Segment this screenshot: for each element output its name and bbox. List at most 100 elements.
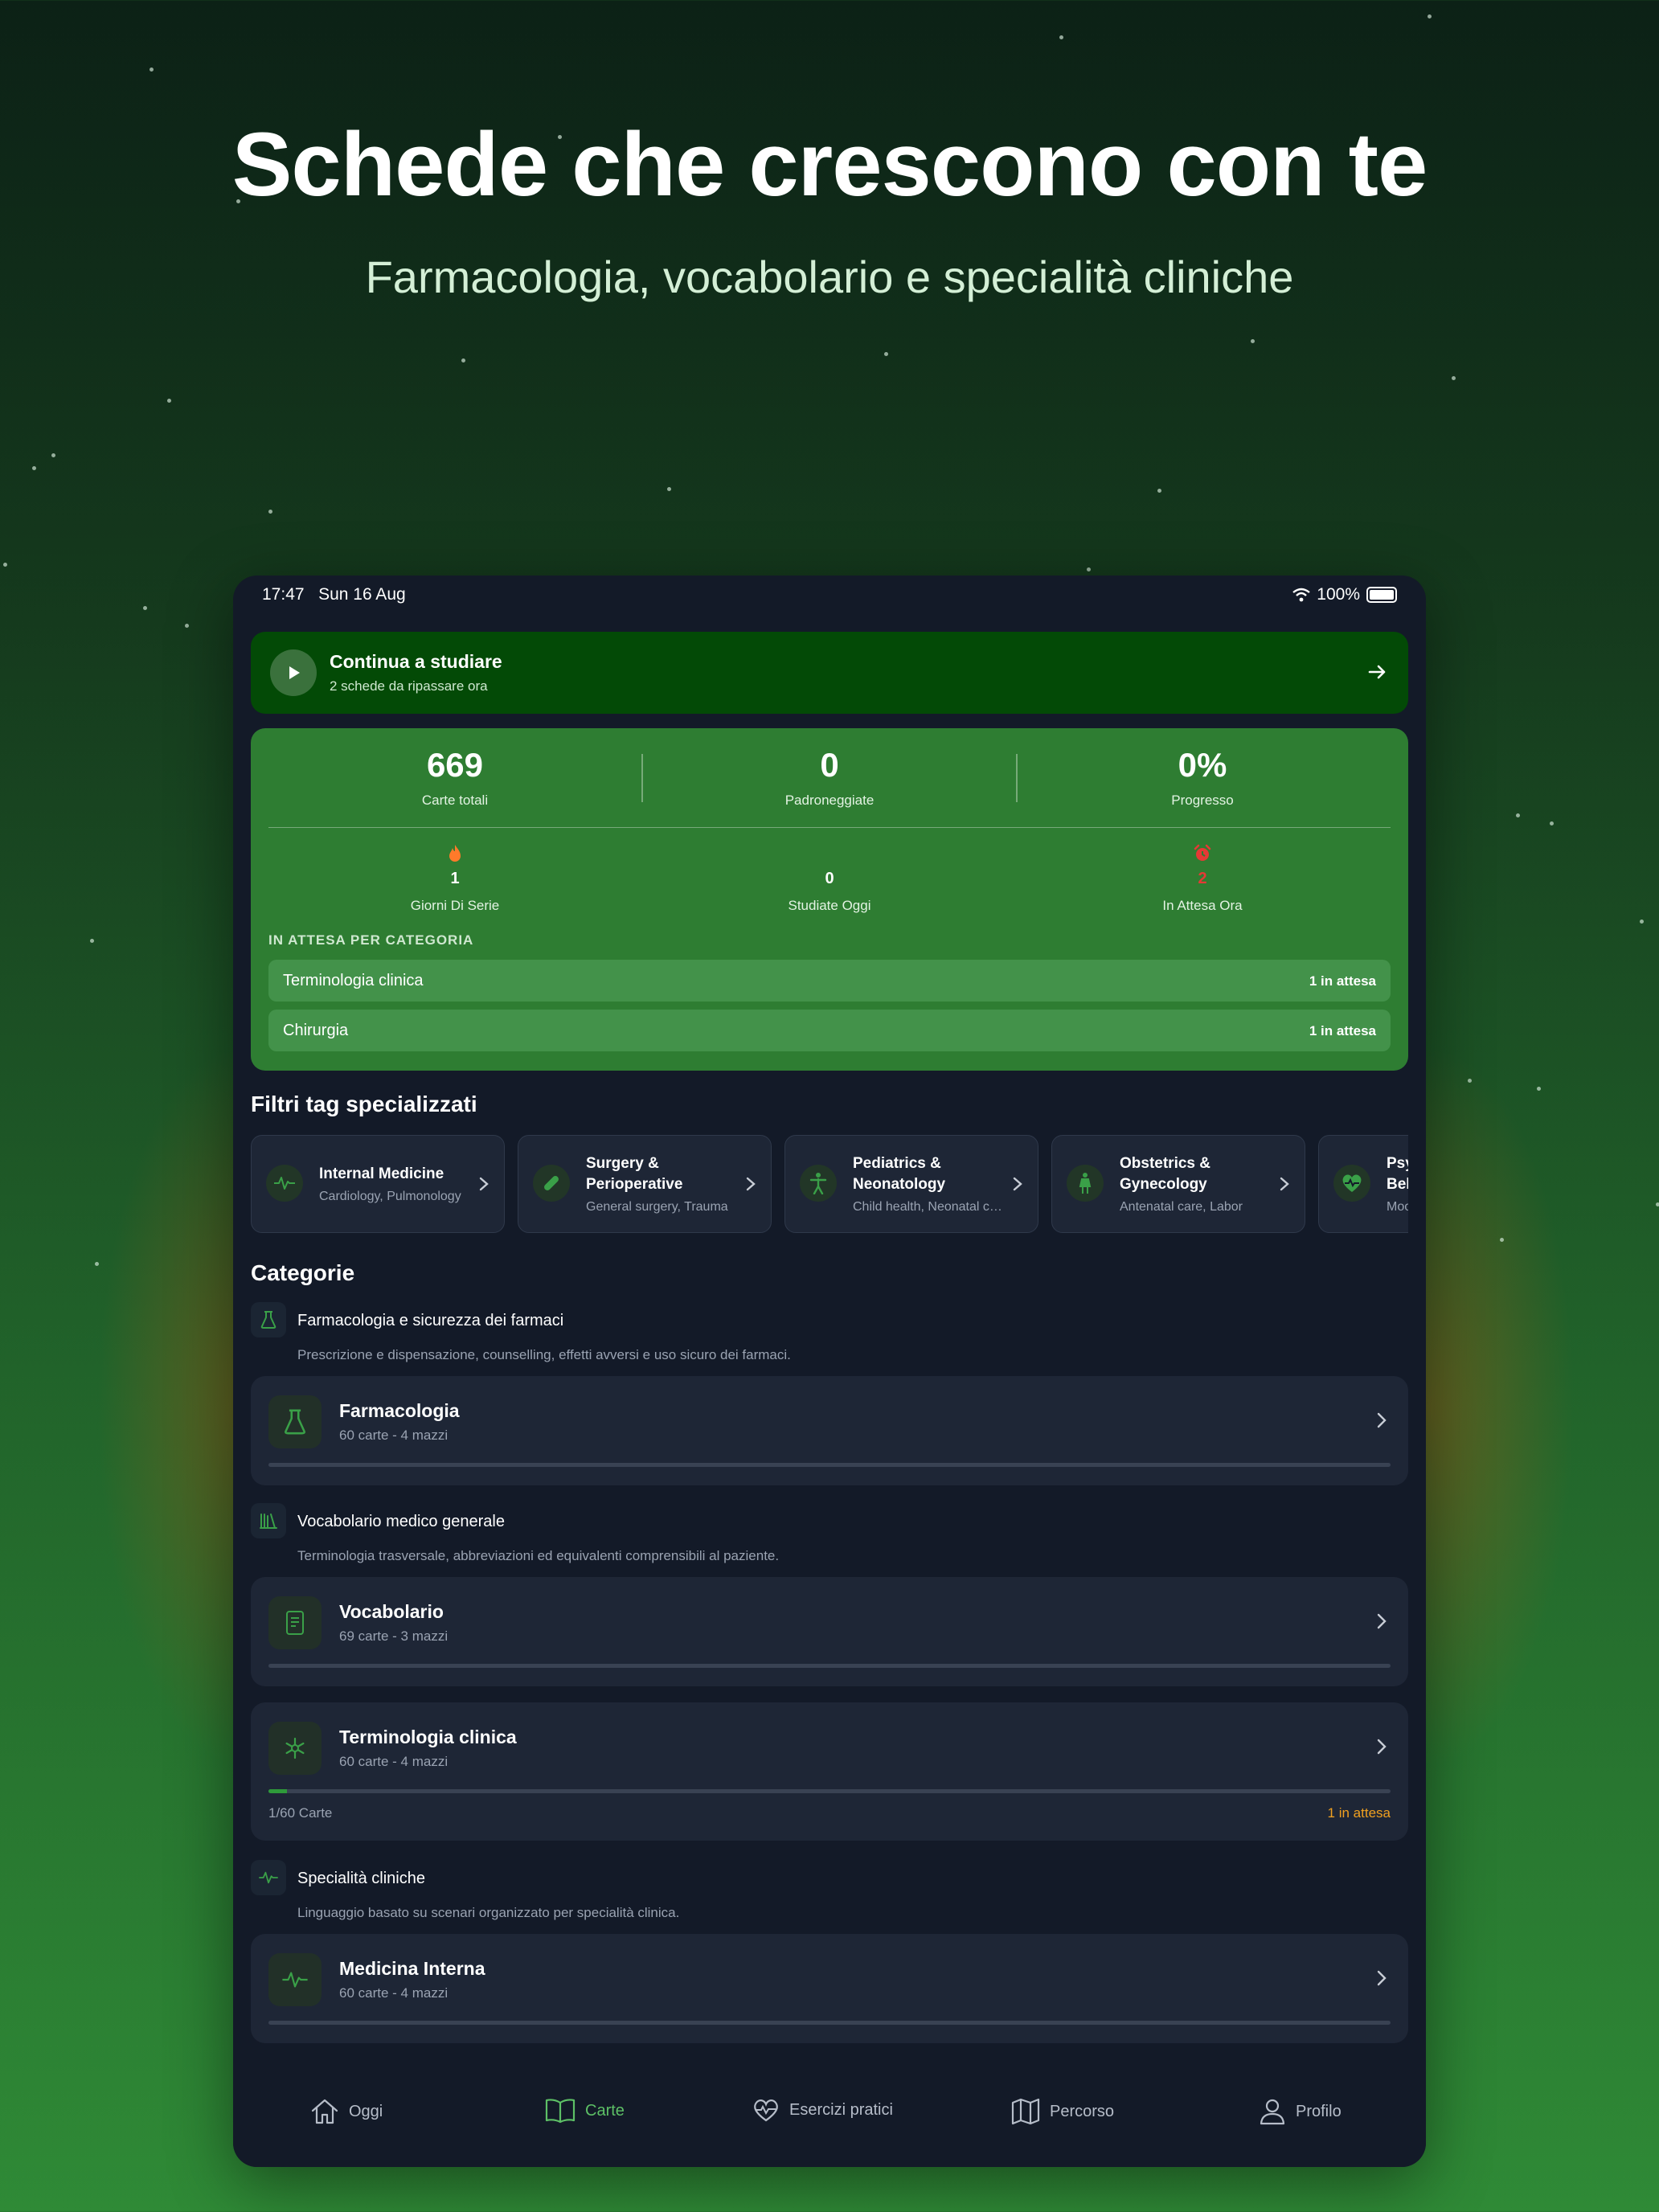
star — [1640, 920, 1644, 924]
star — [90, 939, 94, 943]
awaiting-row[interactable]: Terminologia clinica 1 in attesa — [268, 960, 1391, 1002]
category-group-desc: Terminologia trasversale, abbreviazioni … — [297, 1548, 780, 1563]
stat-divider — [641, 754, 643, 802]
tag-internal-medicine[interactable]: Internal Medicine Cardiology, Pulmonology — [251, 1135, 505, 1233]
chevron-right-icon — [1280, 1177, 1289, 1191]
tag-name: Psychiatry & Behavioral — [1387, 1155, 1408, 1193]
chevron-right-icon — [1377, 1412, 1387, 1428]
stat-value: 0% — [1178, 746, 1227, 784]
continue-studying-card[interactable]: Continua a studiare 2 schede da ripassar… — [251, 632, 1408, 714]
tag-obstetrics[interactable]: Obstetrics & Gynecology Antenatal care, L… — [1051, 1135, 1305, 1233]
awaiting-category-count: 1 in attesa — [1309, 1023, 1376, 1038]
bandage-icon — [533, 1165, 570, 1202]
pregnant-icon — [1067, 1165, 1104, 1202]
deck-subtitle: 60 carte - 4 mazzi — [339, 1754, 449, 1769]
tag-sub: Antenatal care, Labor — [1120, 1200, 1243, 1214]
category-group-header: Farmacologia e sicurezza dei farmaci — [251, 1302, 1408, 1341]
main-content: Continua a studiare 2 schede da ripassar… — [251, 632, 1408, 2043]
tab-oggi[interactable]: Oggi — [310, 2098, 383, 2125]
awaiting-category-count: 1 in attesa — [1309, 973, 1376, 989]
star — [1157, 489, 1161, 493]
deck-subtitle: 69 carte - 3 mazzi — [339, 1628, 449, 1644]
chevron-right-icon — [746, 1177, 756, 1191]
tab-label: Profilo — [1296, 2102, 1342, 2120]
medical-star-icon — [268, 1722, 322, 1775]
awaiting-now-value: 2 — [1198, 870, 1207, 887]
battery-percent: 100% — [1317, 585, 1360, 604]
wifi-icon — [1292, 588, 1311, 602]
awaiting-section-title: IN ATTESA PER CATEGORIA — [268, 932, 474, 948]
star — [1452, 376, 1456, 380]
status-bar: 17:47 Sun 16 Aug 100% — [233, 576, 1426, 614]
stat-label: Padroneggiate — [784, 793, 875, 808]
deck-card-farmacologia[interactable]: Farmacologia 60 carte - 4 mazzi — [251, 1376, 1408, 1485]
category-group-desc: Prescrizione e dispensazione, counsellin… — [297, 1347, 791, 1362]
star — [268, 510, 272, 514]
stat-studied-today: 0 Studiate Oggi — [709, 844, 950, 914]
tag-surgery[interactable]: Surgery & Perioperative General surgery, … — [518, 1135, 772, 1233]
tag-sub: Child health, Neonatal care — [853, 1200, 1006, 1214]
category-group-title: Specialità cliniche — [297, 1870, 425, 1887]
star — [1516, 813, 1520, 817]
tab-bar: Oggi Carte Esercizi pratici Percorso Pro… — [233, 2066, 1426, 2167]
deck-title: Farmacologia — [339, 1400, 460, 1421]
flame-icon — [449, 845, 461, 862]
star — [1500, 1238, 1504, 1242]
battery-icon — [1366, 587, 1397, 603]
tag-filter-carousel[interactable]: Internal Medicine Cardiology, Pulmonology… — [251, 1135, 1408, 1233]
home-icon — [311, 2099, 338, 2124]
tab-carte[interactable]: Carte — [545, 2098, 625, 2124]
studied-today-label: Studiate Oggi — [788, 898, 871, 913]
stat-progress: 0% Progresso — [1082, 746, 1323, 809]
star — [667, 487, 671, 491]
heart-pulse-icon — [1333, 1165, 1370, 1202]
continue-subtitle: 2 schede da ripassare ora — [330, 678, 488, 694]
deck-card-terminologia-clinica[interactable]: Terminologia clinica 60 carte - 4 mazzi … — [251, 1702, 1408, 1841]
deck-progress-bar — [268, 1463, 1391, 1467]
stat-total-cards: 669 Carte totali — [334, 746, 576, 809]
star — [95, 1262, 99, 1266]
tags-section-title: Filtri tag specializzati — [251, 1092, 477, 1116]
continue-title: Continua a studiare — [330, 651, 502, 672]
awaiting-category-name: Terminologia clinica — [283, 972, 424, 989]
deck-progress-fill — [268, 1789, 288, 1793]
tab-esercizi-pratici[interactable]: Esercizi pratici — [752, 2098, 893, 2122]
awaiting-row[interactable]: Chirurgia 1 in attesa — [268, 1010, 1391, 1051]
stat-value: 0 — [820, 746, 839, 784]
star — [185, 624, 189, 628]
deck-title: Vocabolario — [339, 1601, 444, 1622]
chevron-right-icon — [1377, 1970, 1387, 1986]
stat-label: Progresso — [1171, 793, 1234, 808]
tag-sub: Cardiology, Pulmonology — [319, 1190, 461, 1203]
heart-pulse-icon — [754, 2099, 778, 2122]
tab-label: Esercizi pratici — [789, 2100, 893, 2119]
chevron-right-icon — [1377, 1613, 1387, 1629]
tab-label: Percorso — [1050, 2102, 1115, 2120]
stats-card: 669 Carte totali 0 Padroneggiate 0% Prog… — [251, 728, 1408, 1071]
tab-percorso[interactable]: Percorso — [1011, 2098, 1114, 2125]
tab-profilo[interactable]: Profilo — [1259, 2098, 1342, 2125]
deck-card-vocabolario[interactable]: Vocabolario 69 carte - 3 mazzi — [251, 1577, 1408, 1686]
flask-icon — [251, 1302, 286, 1337]
tag-sub: Mood disorders — [1387, 1200, 1408, 1214]
category-group-desc: Linguaggio basato su scenari organizzato… — [297, 1905, 680, 1920]
book-icon — [268, 1596, 322, 1649]
category-group-header: Vocabolario medico generale — [251, 1503, 1408, 1542]
promo-subline: Farmacologia, vocabolario e specialità c… — [365, 252, 1294, 302]
deck-card-medicina-interna[interactable]: Medicina Interna 60 carte - 4 mazzi — [251, 1934, 1408, 2043]
tag-name: Surgery & Perioperative — [586, 1155, 683, 1193]
deck-title: Medicina Interna — [339, 1958, 485, 1979]
star — [143, 606, 147, 610]
tag-pediatrics[interactable]: Pediatrics & Neonatology Child health, Ne… — [784, 1135, 1038, 1233]
status-time-date: 17:47 Sun 16 Aug — [262, 585, 406, 604]
tab-label: Oggi — [349, 2102, 383, 2120]
deck-subtitle: 60 carte - 4 mazzi — [339, 1985, 449, 2001]
star — [1428, 14, 1432, 18]
category-group-header: Specialità cliniche — [251, 1860, 1408, 1899]
star — [1087, 567, 1091, 571]
tag-psychiatry[interactable]: Psychiatry & Behavioral Mood disorders — [1318, 1135, 1408, 1233]
chevron-right-icon — [1013, 1177, 1022, 1191]
stat-value: 669 — [426, 746, 484, 784]
streak-value: 1 — [450, 870, 460, 887]
studied-today-value: 0 — [825, 870, 834, 887]
